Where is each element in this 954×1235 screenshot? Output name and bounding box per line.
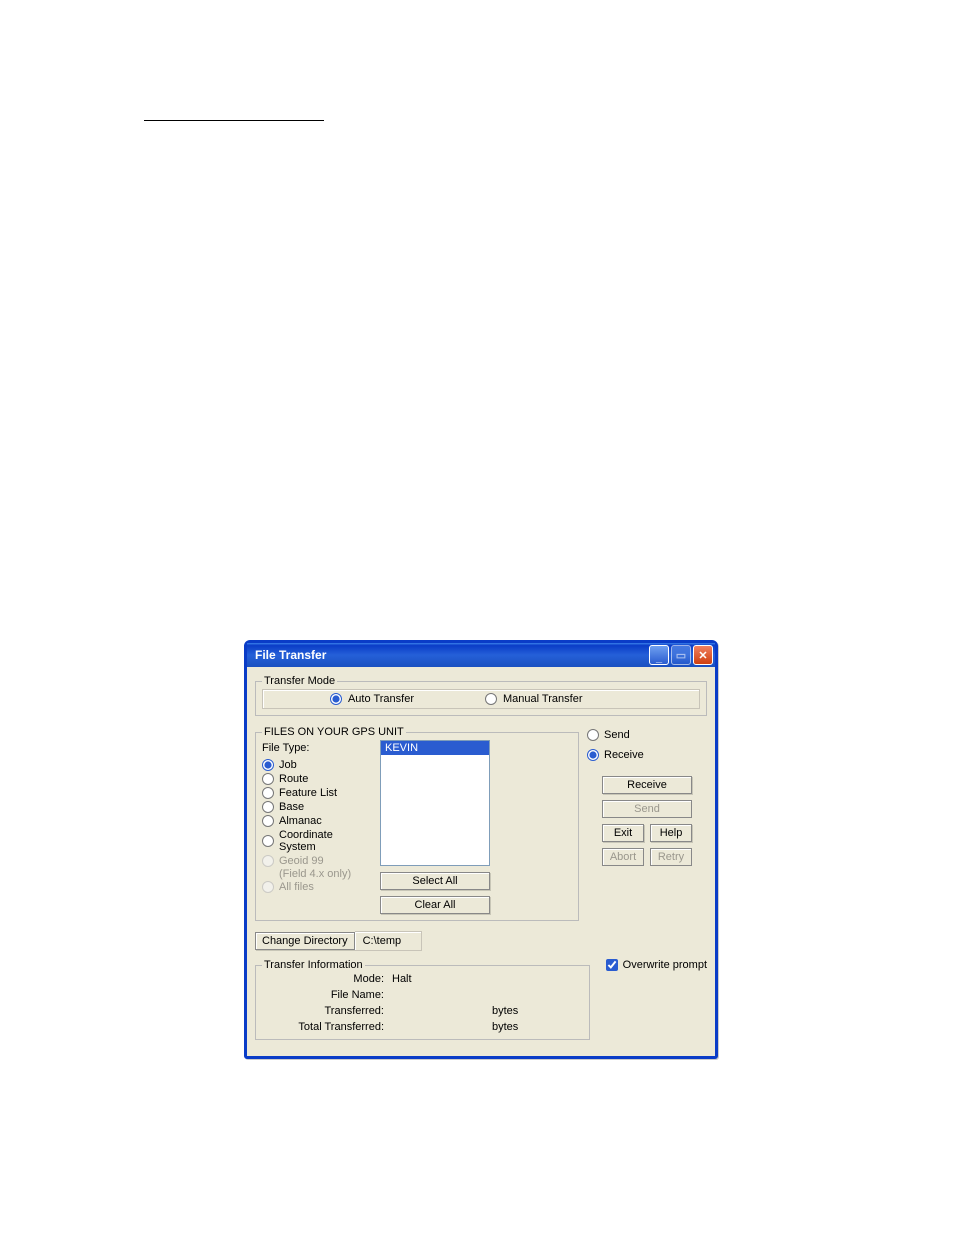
auto-transfer-label: Auto Transfer: [348, 693, 414, 705]
direction-radios: Send Receive: [587, 728, 707, 762]
file-type-geoid-radio: [262, 855, 274, 867]
overwrite-prompt-label: Overwrite prompt: [623, 959, 707, 971]
file-type-route-radio[interactable]: [262, 773, 274, 785]
file-type-coord[interactable]: Coordinate System: [262, 828, 372, 854]
right-column: Send Receive Receive Send Exit Help Abor…: [587, 722, 707, 866]
file-transfer-window: File Transfer _ ▭ ✕ Transfer Mode Auto T…: [244, 640, 718, 1059]
direction-receive[interactable]: Receive: [587, 748, 707, 762]
manual-transfer-radio[interactable]: [485, 693, 497, 705]
direction-send-radio[interactable]: [587, 729, 599, 741]
transferred-label: Transferred:: [262, 1005, 392, 1017]
close-icon: ✕: [698, 649, 707, 662]
file-type-all-radio: [262, 881, 274, 893]
transfer-info-group: Transfer Information Mode: Halt File Nam…: [255, 959, 590, 1040]
direction-receive-radio[interactable]: [587, 749, 599, 761]
exit-button[interactable]: Exit: [602, 824, 644, 842]
overwrite-prompt-checkbox[interactable]: [606, 959, 618, 971]
overwrite-prompt-option[interactable]: Overwrite prompt: [606, 959, 707, 971]
select-all-button[interactable]: Select All: [380, 872, 490, 890]
mode-value: Halt: [392, 973, 492, 985]
maximize-button: ▭: [671, 645, 691, 665]
total-transferred-unit: bytes: [492, 1021, 552, 1033]
horizontal-rule: [144, 120, 324, 121]
window-title: File Transfer: [255, 648, 326, 662]
file-name-label: File Name:: [262, 989, 392, 1001]
direction-send[interactable]: Send: [587, 728, 707, 742]
clear-all-button[interactable]: Clear All: [380, 896, 490, 914]
list-item[interactable]: KEVIN: [381, 741, 489, 755]
file-type-feature-list[interactable]: Feature List: [262, 786, 372, 800]
file-type-feature-radio[interactable]: [262, 787, 274, 799]
file-type-almanac-radio[interactable]: [262, 815, 274, 827]
file-type-geoid: Geoid 99: [262, 854, 372, 868]
file-type-job[interactable]: Job: [262, 758, 372, 772]
file-type-job-radio[interactable]: [262, 759, 274, 771]
directory-path: C:\temp: [355, 931, 422, 951]
file-type-coord-radio[interactable]: [262, 835, 274, 847]
mode-label: Mode:: [262, 973, 392, 985]
file-type-all: All files: [262, 880, 372, 894]
window-controls: _ ▭ ✕: [649, 645, 713, 665]
file-type-almanac[interactable]: Almanac: [262, 814, 372, 828]
manual-transfer-label: Manual Transfer: [503, 693, 582, 705]
change-directory-button[interactable]: Change Directory: [255, 932, 355, 950]
file-type-radios: Job Route Feature List Base Almanac Coor…: [262, 758, 372, 894]
transfer-mode-group: Transfer Mode Auto Transfer Manual Trans…: [255, 675, 707, 716]
directory-row: Change Directory C:\temp: [255, 931, 707, 951]
file-listbox[interactable]: KEVIN: [380, 740, 490, 866]
transfer-mode-legend: Transfer Mode: [262, 675, 337, 687]
files-group-legend: FILES ON YOUR GPS UNIT: [262, 726, 406, 738]
auto-transfer-option[interactable]: Auto Transfer: [263, 690, 481, 708]
auto-transfer-radio[interactable]: [330, 693, 342, 705]
total-transferred-label: Total Transferred:: [262, 1021, 392, 1033]
abort-button: Abort: [602, 848, 644, 866]
minimize-button[interactable]: _: [649, 645, 669, 665]
file-type-base-radio[interactable]: [262, 801, 274, 813]
files-group: FILES ON YOUR GPS UNIT File Type: Job Ro…: [255, 726, 579, 921]
client-area: Transfer Mode Auto Transfer Manual Trans…: [247, 667, 715, 1056]
file-type-base[interactable]: Base: [262, 800, 372, 814]
receive-button[interactable]: Receive: [602, 776, 692, 794]
manual-transfer-option[interactable]: Manual Transfer: [481, 690, 699, 708]
titlebar[interactable]: File Transfer _ ▭ ✕: [247, 643, 715, 667]
file-type-label: File Type:: [262, 742, 372, 754]
file-type-geoid-sub: (Field 4.x only): [262, 868, 372, 880]
close-button[interactable]: ✕: [693, 645, 713, 665]
transfer-info-legend: Transfer Information: [262, 959, 365, 971]
transferred-unit: bytes: [492, 1005, 552, 1017]
maximize-icon: ▭: [676, 649, 686, 662]
retry-button: Retry: [650, 848, 692, 866]
send-button: Send: [602, 800, 692, 818]
help-button[interactable]: Help: [650, 824, 692, 842]
file-type-route[interactable]: Route: [262, 772, 372, 786]
minimize-icon: _: [656, 652, 662, 664]
